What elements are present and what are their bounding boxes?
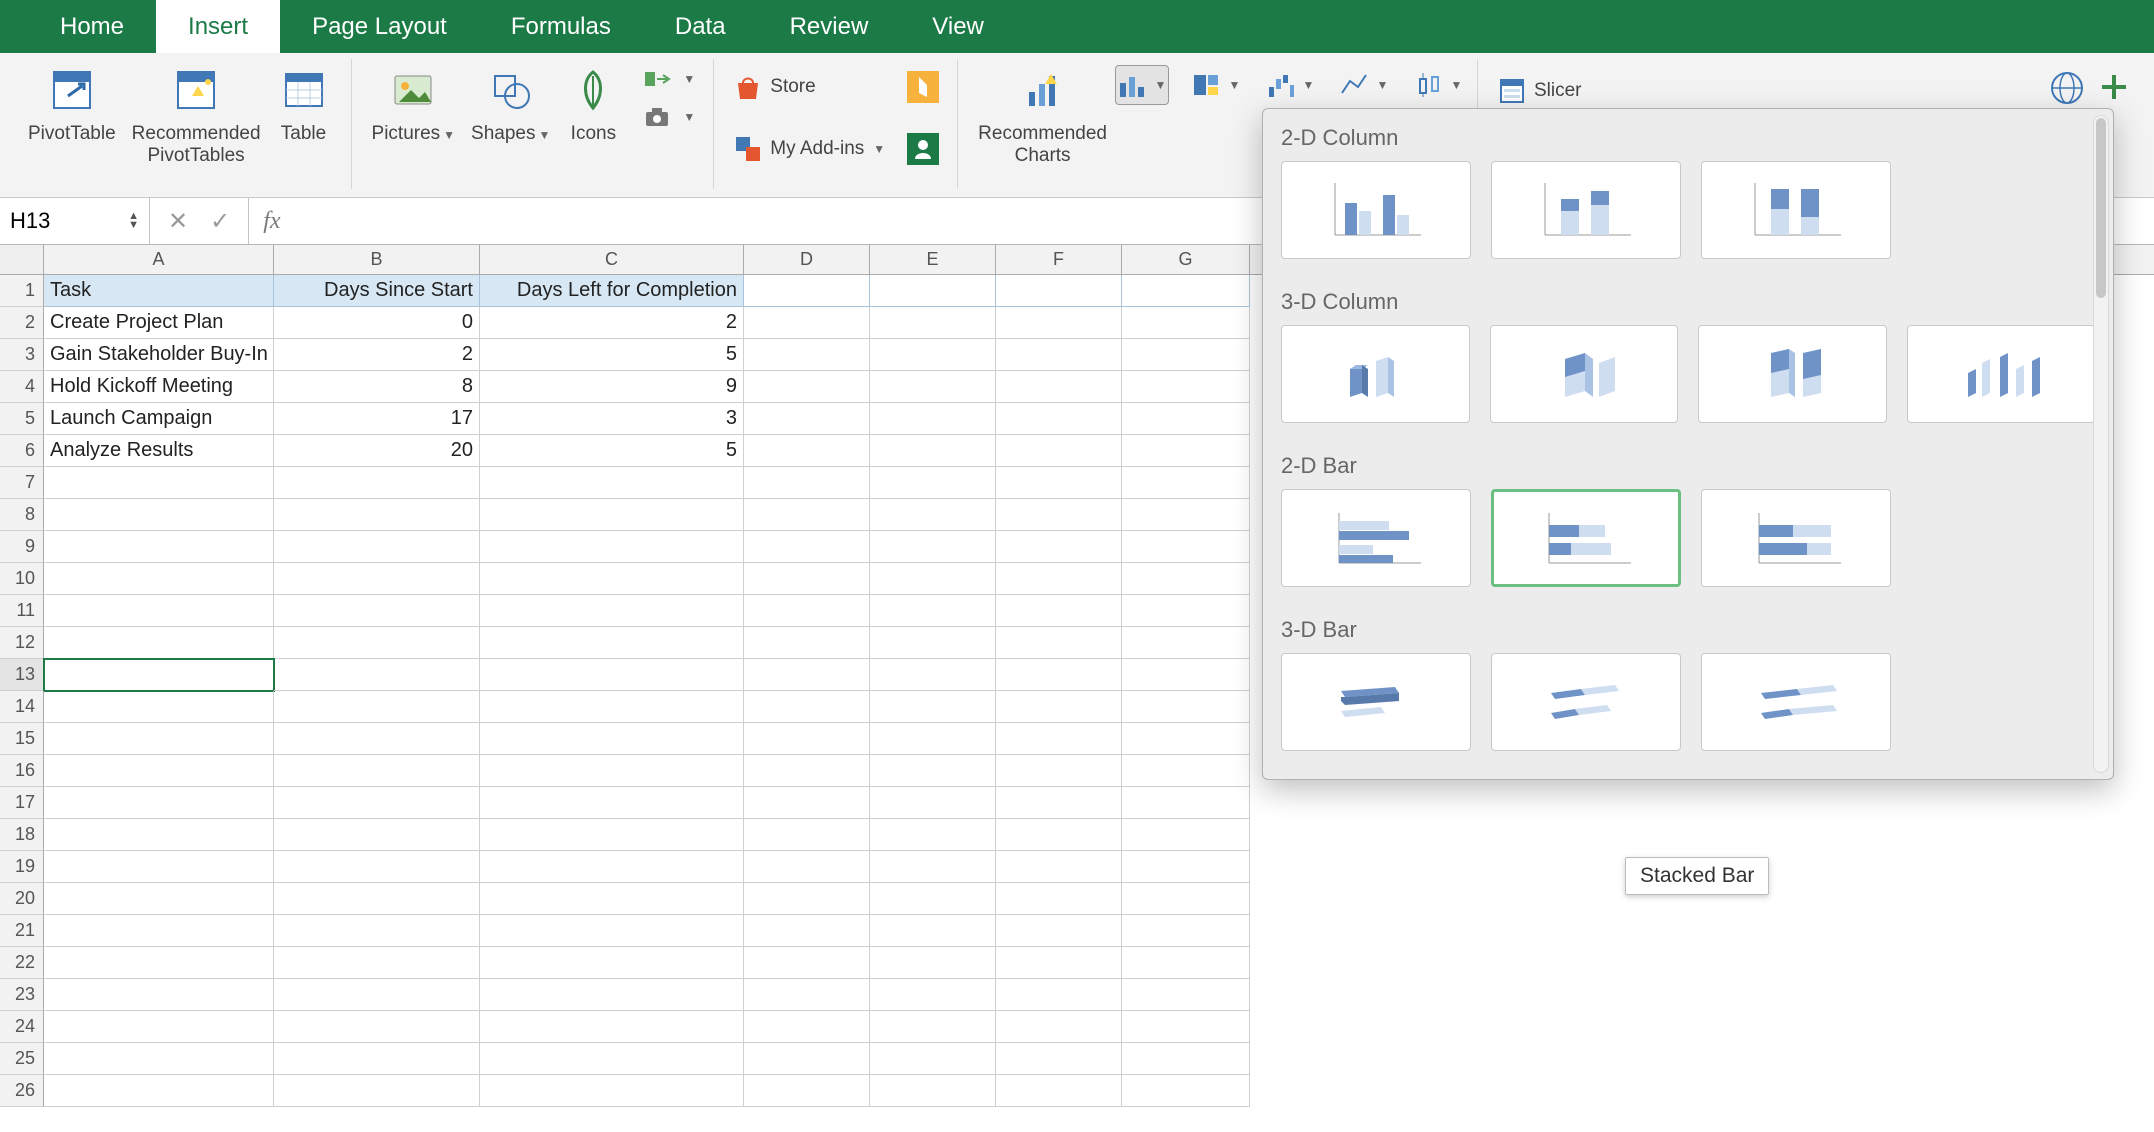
my-addins-button[interactable]: My Add-ins▼ — [726, 131, 891, 167]
clustered-column-thumb[interactable] — [1281, 161, 1471, 259]
pivottable-button[interactable]: PivotTable — [20, 59, 124, 145]
globe-icon[interactable] — [2048, 69, 2086, 107]
recommended-charts-icon — [1016, 63, 1070, 117]
cell-D1[interactable] — [744, 275, 870, 307]
stacked-column-thumb[interactable] — [1491, 161, 1681, 259]
stacked-bar-thumb[interactable] — [1491, 489, 1681, 587]
tab-data[interactable]: Data — [643, 0, 758, 53]
cell-E1[interactable] — [870, 275, 996, 307]
icons-button[interactable]: Icons — [558, 59, 628, 146]
addins-icon — [732, 133, 764, 165]
shapes-icon — [484, 63, 538, 117]
screenshot-button[interactable]: ▼ — [636, 99, 701, 135]
col-header-E[interactable]: E — [870, 245, 996, 274]
recommended-charts-button[interactable]: Recommended Charts — [970, 59, 1115, 167]
select-all-corner[interactable] — [0, 245, 44, 274]
add-icon[interactable] — [2100, 69, 2128, 107]
col-header-G[interactable]: G — [1122, 245, 1250, 274]
3d-clustered-column-thumb[interactable] — [1281, 325, 1470, 423]
3d-100-stacked-column-thumb[interactable] — [1698, 325, 1887, 423]
3d-column-thumb[interactable] — [1907, 325, 2096, 423]
waterfall-chart-button[interactable]: ▼ — [1263, 65, 1317, 105]
col-header-A[interactable]: A — [44, 245, 274, 274]
shapes-button[interactable]: Shapes▼ — [463, 59, 558, 146]
icons-icon — [566, 63, 620, 117]
section-3d-bar: 3-D Bar — [1263, 601, 2113, 653]
people-graph-button[interactable] — [901, 131, 945, 167]
100-stacked-column-thumb[interactable] — [1701, 161, 1891, 259]
bing-icon — [907, 71, 939, 103]
store-icon — [732, 71, 764, 103]
table-icon — [277, 63, 331, 117]
group-tables: PivotTable Recommended PivotTables Table — [8, 59, 352, 189]
pictures-button[interactable]: Pictures▼ — [364, 59, 464, 146]
section-2d-column: 2-D Column — [1263, 109, 2113, 161]
cell-C1[interactable]: Days Left for Completion — [480, 275, 744, 307]
pictures-icon — [386, 63, 440, 117]
cell-A13-selected[interactable] — [44, 659, 274, 691]
ribbon-tabs: Home Insert Page Layout Formulas Data Re… — [0, 0, 2154, 53]
smartart-button[interactable]: ▼ — [636, 61, 701, 97]
slicer-icon — [1496, 75, 1528, 107]
line-chart-button[interactable]: ▼ — [1337, 65, 1391, 105]
tab-review[interactable]: Review — [758, 0, 901, 53]
panel-vertical-scrollbar[interactable] — [2093, 115, 2109, 773]
name-box[interactable]: H13 ▲▼ — [0, 198, 150, 244]
fx-icon[interactable]: fx — [249, 208, 294, 235]
smartart-icon — [642, 63, 674, 95]
store-button[interactable]: Store — [726, 69, 891, 105]
3d-stacked-bar-thumb[interactable] — [1491, 653, 1681, 751]
section-3d-column: 3-D Column — [1263, 273, 2113, 325]
recommended-pivottables-button[interactable]: Recommended PivotTables — [124, 59, 269, 167]
group-illustrations: Pictures▼ Shapes▼ Icons ▼ — [352, 59, 715, 189]
cell-A1[interactable]: Task — [44, 275, 274, 307]
chart-type-panel: 2-D Column 3-D Column — [1262, 108, 2114, 780]
accept-formula-icon[interactable]: ✓ — [210, 207, 230, 236]
waterfall-icon — [1266, 71, 1296, 99]
3d-clustered-bar-thumb[interactable] — [1281, 653, 1471, 751]
tab-insert[interactable]: Insert — [156, 0, 280, 53]
3d-stacked-column-thumb[interactable] — [1490, 325, 1679, 423]
statistic-chart-button[interactable]: ▼ — [1411, 65, 1465, 105]
namebox-stepper-icon[interactable]: ▲▼ — [128, 212, 139, 230]
3d-100-stacked-bar-thumb[interactable] — [1701, 653, 1891, 751]
scrollbar-handle[interactable] — [2096, 118, 2106, 298]
people-icon — [907, 133, 939, 165]
line-chart-icon — [1340, 71, 1370, 99]
col-header-D[interactable]: D — [744, 245, 870, 274]
cell-B1[interactable]: Days Since Start — [274, 275, 480, 307]
cell-G1[interactable] — [1122, 275, 1250, 307]
camera-icon — [642, 101, 674, 133]
col-header-F[interactable]: F — [996, 245, 1122, 274]
boxplot-icon — [1414, 71, 1444, 99]
tab-home[interactable]: Home — [28, 0, 156, 53]
hierarchy-chart-button[interactable]: ▼ — [1189, 65, 1243, 105]
tab-view[interactable]: View — [900, 0, 1016, 53]
section-2d-bar: 2-D Bar — [1263, 437, 2113, 489]
hierarchy-icon — [1192, 71, 1222, 99]
table-button[interactable]: Table — [269, 59, 339, 145]
tab-page-layout[interactable]: Page Layout — [280, 0, 479, 53]
cell-F1[interactable] — [996, 275, 1122, 307]
col-header-C[interactable]: C — [480, 245, 744, 274]
cancel-formula-icon[interactable]: ✕ — [168, 207, 188, 236]
100-stacked-bar-thumb[interactable] — [1701, 489, 1891, 587]
chart-tooltip: Stacked Bar — [1625, 857, 1769, 895]
column-chart-icon — [1118, 71, 1148, 99]
column-bar-chart-button[interactable]: ▼ — [1115, 65, 1169, 105]
group-addins: Store My Add-ins▼ — [714, 59, 958, 189]
bing-maps-button[interactable] — [901, 69, 945, 105]
slicer-button[interactable]: Slicer — [1490, 59, 1588, 109]
pivottable-icon — [45, 63, 99, 117]
recommended-pivottables-icon — [169, 63, 223, 117]
col-header-B[interactable]: B — [274, 245, 480, 274]
clustered-bar-thumb[interactable] — [1281, 489, 1471, 587]
row-header-1[interactable]: 1 — [0, 275, 44, 307]
tab-formulas[interactable]: Formulas — [479, 0, 643, 53]
